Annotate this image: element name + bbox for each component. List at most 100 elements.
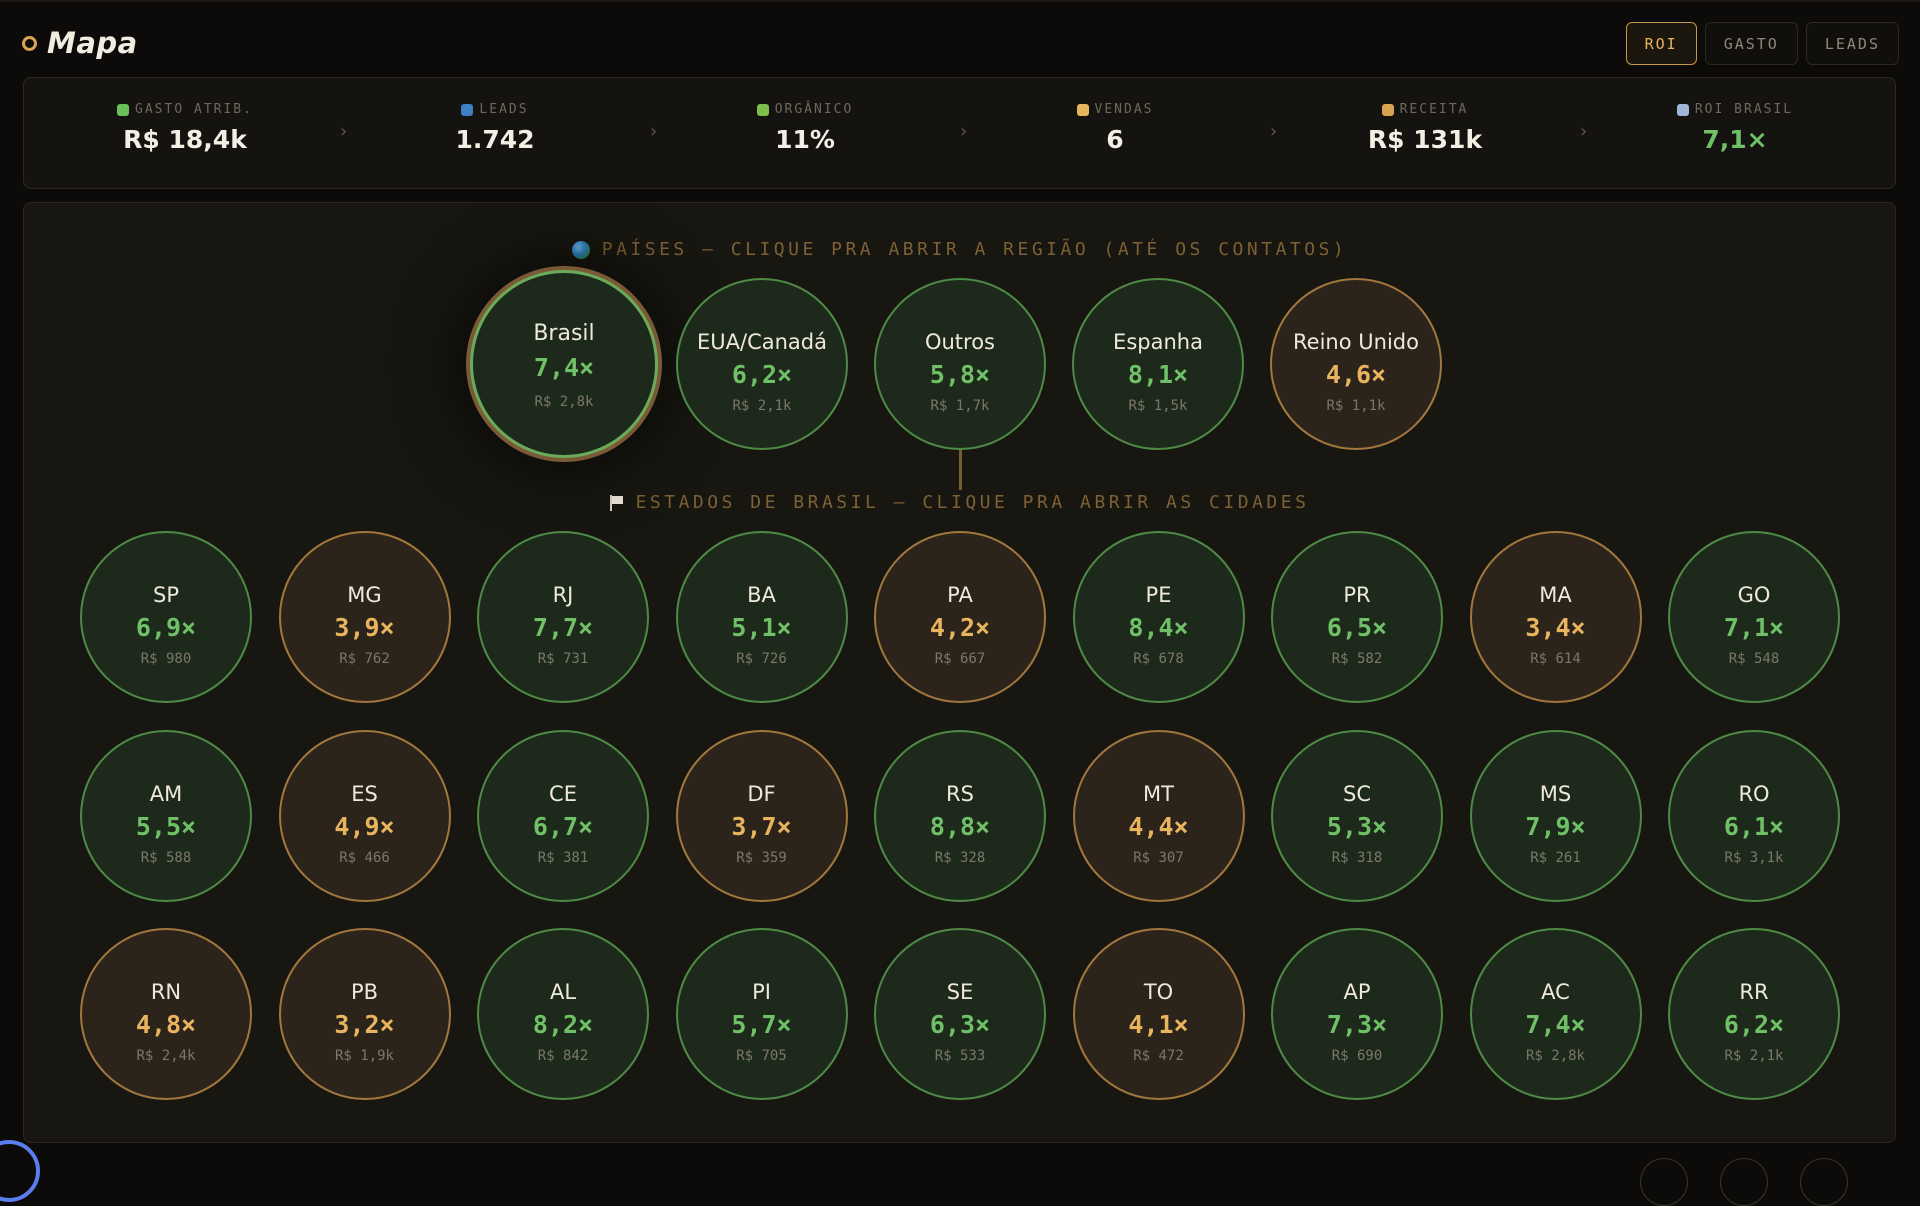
spend-value: R$ 726 bbox=[736, 651, 787, 667]
state-name: RS bbox=[946, 781, 974, 806]
state-bubble[interactable]: BA 5,1× R$ 726 bbox=[675, 531, 848, 703]
state-bubble[interactable]: RN 4,8× R$ 2,4k bbox=[80, 928, 252, 1100]
spend-value: R$ 472 bbox=[1133, 1048, 1184, 1064]
stat-receita: RECEITA R$ 131k bbox=[1300, 102, 1550, 154]
country-bubble[interactable]: Outros 5,8× R$ 1,7k bbox=[874, 278, 1046, 450]
roi-value: 5,3× bbox=[1326, 811, 1388, 841]
mode-button-roi[interactable]: ROI bbox=[1625, 22, 1697, 65]
stat-value: 6 bbox=[1106, 125, 1124, 154]
state-bubble[interactable]: SE 6,3× R$ 533 bbox=[874, 928, 1046, 1100]
roi-value: 8,2× bbox=[532, 1010, 594, 1039]
roi-value: 7,9× bbox=[1525, 811, 1586, 841]
page-title: Mapa bbox=[47, 26, 138, 60]
roi-value: 7,3× bbox=[1326, 1010, 1388, 1039]
spend-value: R$ 588 bbox=[140, 849, 192, 866]
state-bubble[interactable]: RJ 7,7× R$ 731 bbox=[477, 531, 649, 703]
spend-value: R$ 614 bbox=[1530, 651, 1581, 667]
spend-value: R$ 2,1k bbox=[732, 398, 792, 414]
roi-value: 4,4× bbox=[1128, 811, 1189, 841]
roi-value: 5,8× bbox=[929, 360, 991, 389]
chevron-right-icon: › bbox=[960, 121, 968, 142]
state-name: AL bbox=[549, 980, 577, 1004]
stat-value: 11% bbox=[775, 125, 835, 154]
roi-value: 7,4× bbox=[533, 353, 595, 382]
roi-value: 8,8× bbox=[929, 811, 991, 841]
spend-value: R$ 582 bbox=[1331, 651, 1383, 667]
spend-value: R$ 1,9k bbox=[334, 1048, 394, 1064]
state-bubble[interactable]: DF 3,7× R$ 359 bbox=[675, 729, 848, 902]
state-bubble[interactable]: AL 8,2× R$ 842 bbox=[477, 928, 649, 1100]
stat-value: R$ 131k bbox=[1367, 125, 1483, 154]
state-bubble[interactable]: PB 3,2× R$ 1,9k bbox=[278, 928, 451, 1100]
state-name: SC bbox=[1343, 781, 1371, 806]
metric-mode-toggle: ROI GASTO LEADS bbox=[1625, 22, 1899, 65]
corner-control[interactable] bbox=[1640, 1158, 1688, 1206]
country-bubble[interactable]: Brasil 7,4× R$ 2,8k bbox=[470, 270, 658, 458]
roi-value: 6,7× bbox=[532, 811, 594, 841]
roi-value: 8,1× bbox=[1127, 360, 1189, 389]
roi-value: 6,9× bbox=[135, 613, 197, 642]
state-name: AM bbox=[149, 781, 183, 806]
country-bubble[interactable]: EUA/Canadá 6,2× R$ 2,1k bbox=[676, 278, 848, 450]
roi-value: 6,1× bbox=[1723, 811, 1785, 841]
country-bubble[interactable]: Espanha 8,1× R$ 1,5k bbox=[1072, 278, 1244, 450]
spend-value: R$ 705 bbox=[736, 1048, 787, 1064]
assistant-launcher-icon[interactable] bbox=[0, 1140, 40, 1202]
state-bubble[interactable]: MT 4,4× R$ 307 bbox=[1072, 729, 1245, 902]
country-state-connector bbox=[959, 450, 962, 490]
state-bubble[interactable]: PE 8,4× R$ 678 bbox=[1072, 531, 1245, 703]
state-bubble[interactable]: TO 4,1× R$ 472 bbox=[1072, 928, 1245, 1100]
stat-label: GASTO ATRIB. bbox=[135, 102, 253, 117]
roi-value: 4,2× bbox=[929, 613, 991, 642]
spend-value: R$ 359 bbox=[736, 849, 787, 866]
stat-gasto-atrib: GASTO ATRIB. R$ 18,4k bbox=[60, 102, 310, 154]
state-bubble[interactable]: ES 4,9× R$ 466 bbox=[278, 729, 451, 902]
state-bubble[interactable]: RO 6,1× R$ 3,1k bbox=[1668, 729, 1840, 902]
state-bubble[interactable]: SC 5,3× R$ 318 bbox=[1271, 729, 1443, 902]
state-name: PA bbox=[947, 583, 973, 607]
state-name: GO bbox=[1737, 583, 1771, 607]
corner-control[interactable] bbox=[1720, 1158, 1768, 1206]
state-bubble[interactable]: MG 3,9× R$ 762 bbox=[278, 531, 451, 703]
state-bubble[interactable]: PR 6,5× R$ 582 bbox=[1271, 531, 1443, 703]
flag-icon bbox=[609, 495, 624, 511]
roi-value: 6,5× bbox=[1326, 613, 1388, 642]
spend-value: R$ 2,4k bbox=[136, 1048, 196, 1064]
state-bubble[interactable]: PA 4,2× R$ 667 bbox=[874, 531, 1046, 703]
state-bubble[interactable]: MA 3,4× R$ 614 bbox=[1469, 531, 1642, 703]
globe-icon bbox=[571, 241, 590, 259]
state-bubble[interactable]: AM 5,5× R$ 588 bbox=[80, 729, 252, 902]
state-bubble[interactable]: PI 5,7× R$ 705 bbox=[675, 928, 848, 1100]
state-bubble[interactable]: AC 7,4× R$ 2,8k bbox=[1469, 928, 1642, 1100]
countries-heading: PAÍSES — CLIQUE PRA ABRIR A REGIÃO (ATÉ … bbox=[24, 239, 1895, 260]
handshake-icon bbox=[1076, 103, 1089, 116]
stat-value: 1.742 bbox=[455, 125, 535, 154]
chevron-right-icon: › bbox=[1270, 121, 1278, 142]
state-name: PR bbox=[1343, 583, 1371, 607]
state-name: ES bbox=[351, 781, 378, 806]
spend-value: R$ 533 bbox=[934, 1048, 986, 1064]
mode-button-leads[interactable]: LEADS bbox=[1805, 22, 1899, 65]
stat-leads: LEADS 1.742 bbox=[370, 102, 620, 154]
money-bag-icon bbox=[1381, 103, 1394, 116]
spend-value: R$ 307 bbox=[1133, 849, 1184, 866]
spend-value: R$ 3,1k bbox=[1724, 849, 1784, 866]
state-bubble[interactable]: GO 7,1× R$ 548 bbox=[1668, 531, 1840, 703]
roi-value: 8,4× bbox=[1128, 613, 1189, 642]
corner-control[interactable] bbox=[1800, 1158, 1848, 1206]
stat-label: ROI BRASIL bbox=[1694, 102, 1794, 117]
state-bubble[interactable]: RR 6,2× R$ 2,1k bbox=[1668, 928, 1840, 1100]
state-name: PI bbox=[752, 980, 771, 1004]
state-bubble[interactable]: SP 6,9× R$ 980 bbox=[80, 531, 252, 703]
country-bubble[interactable]: Reino Unido 4,6× R$ 1,1k bbox=[1270, 278, 1442, 450]
state-bubble[interactable]: MS 7,9× R$ 261 bbox=[1469, 729, 1642, 902]
state-name: SE bbox=[946, 980, 974, 1004]
state-bubble[interactable]: CE 6,7× R$ 381 bbox=[477, 729, 649, 902]
state-bubble[interactable]: AP 7,3× R$ 690 bbox=[1271, 928, 1443, 1100]
mode-button-gasto[interactable]: GASTO bbox=[1704, 22, 1798, 65]
spend-value: R$ 980 bbox=[140, 651, 192, 667]
spend-value: R$ 2,8k bbox=[1525, 1048, 1585, 1064]
state-bubble[interactable]: RS 8,8× R$ 328 bbox=[874, 729, 1046, 902]
chart-up-icon bbox=[1676, 103, 1689, 116]
spend-value: R$ 1,7k bbox=[930, 398, 990, 414]
